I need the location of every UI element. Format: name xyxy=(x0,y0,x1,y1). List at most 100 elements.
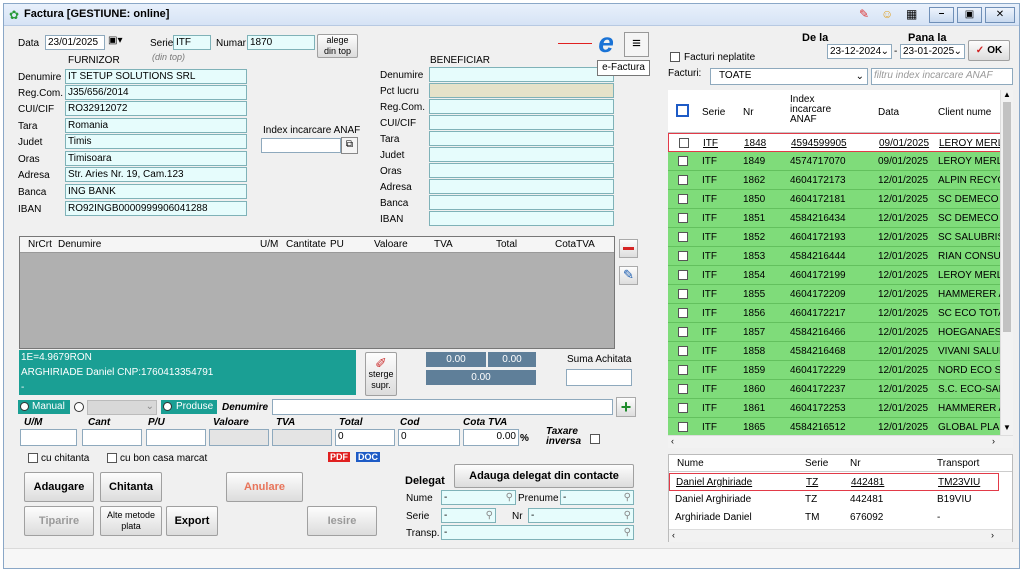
add-product-button[interactable]: + xyxy=(616,397,636,417)
table-row[interactable]: ITF 1855 4604172209 12/01/2025 HAMMERER A xyxy=(668,285,1012,304)
close-button[interactable]: ✕ xyxy=(985,7,1015,23)
list-item[interactable]: Daniel Arghiriade TZ 442481 B19VIU xyxy=(669,491,999,509)
scroll-up-icon[interactable]: ▲ xyxy=(1003,90,1011,99)
beneficiar-field[interactable] xyxy=(429,195,614,210)
edit-row-button[interactable]: ✎ xyxy=(619,266,638,285)
furnizor-field[interactable]: RO32912072 xyxy=(65,101,247,116)
items-col-header[interactable]: Total xyxy=(496,239,517,250)
row-checkbox[interactable] xyxy=(679,138,689,148)
cant-input[interactable] xyxy=(82,429,142,446)
row-checkbox[interactable] xyxy=(678,422,688,432)
vscroll-thumb[interactable] xyxy=(1003,102,1011,332)
filtru-anaf-input[interactable]: filtru index incarcare ANAF xyxy=(871,68,1013,85)
doc-button[interactable]: DOC xyxy=(356,452,380,462)
row-checkbox[interactable] xyxy=(678,346,688,356)
type-dropdown[interactable]: ⌄ xyxy=(87,400,157,415)
col-index-anaf[interactable]: Index incarcare ANAF xyxy=(790,95,850,125)
anulare-button[interactable]: Anulare xyxy=(226,472,303,502)
table-row[interactable]: ITF 1862 4604172173 12/01/2025 ALPIN RECYCL xyxy=(668,171,1012,190)
delegat-nume-input[interactable]: - ⚲ xyxy=(441,490,516,505)
table-row[interactable]: ITF 1859 4604172229 12/01/2025 NORD ECO SC xyxy=(668,361,1012,380)
beneficiar-field[interactable] xyxy=(429,163,614,178)
col-transport[interactable]: Transport xyxy=(937,458,979,469)
row-checkbox[interactable] xyxy=(678,327,688,337)
um-input[interactable] xyxy=(20,429,77,446)
beneficiar-field[interactable] xyxy=(429,83,614,98)
search-icon[interactable]: ⚲ xyxy=(624,509,631,522)
beneficiar-field[interactable] xyxy=(429,211,614,226)
remove-row-button[interactable] xyxy=(619,239,638,258)
delegat-prenume-input[interactable]: - ⚲ xyxy=(560,490,634,505)
delegat-transp-input[interactable]: - ⚲ xyxy=(441,525,634,540)
cota-tva-input[interactable]: 0.00 xyxy=(463,429,519,446)
pdf-button[interactable]: PDF xyxy=(328,452,350,462)
col-client-nume[interactable]: Client nume xyxy=(938,107,991,118)
furnizor-field[interactable]: RO92INGB0000999906041288 xyxy=(65,201,247,216)
delegat-nr-input[interactable]: - ⚲ xyxy=(528,508,634,523)
col-nume[interactable]: Nume xyxy=(677,458,704,469)
eraser-icon[interactable]: ✎ xyxy=(859,7,869,21)
anaf-index-input[interactable] xyxy=(261,138,341,153)
suma-achitata-input[interactable] xyxy=(566,369,632,386)
efactura-icon[interactable]: e xyxy=(592,29,620,58)
product-denumire-input[interactable] xyxy=(272,399,613,415)
search-icon[interactable]: ⚲ xyxy=(624,526,631,539)
scroll-left-icon[interactable]: ‹ xyxy=(671,436,674,446)
items-col-header[interactable]: U/M xyxy=(260,239,278,250)
col-serie[interactable]: Serie xyxy=(702,107,725,118)
serie-field[interactable]: ITF xyxy=(173,35,211,50)
row-checkbox[interactable] xyxy=(678,270,688,280)
col-nr[interactable]: Nr xyxy=(743,107,754,118)
row-checkbox[interactable] xyxy=(678,251,688,261)
numar-field[interactable]: 1870 xyxy=(247,35,315,50)
search-icon[interactable]: ⚲ xyxy=(624,491,631,504)
items-col-header[interactable]: TVA xyxy=(434,239,453,250)
col-nr[interactable]: Nr xyxy=(850,458,861,469)
table-row[interactable]: ITF 1849 4574717070 09/01/2025 LEROY MERLI xyxy=(668,152,1012,171)
beneficiar-field[interactable] xyxy=(429,67,614,82)
search-icon[interactable]: ⚲ xyxy=(506,491,513,504)
row-checkbox[interactable] xyxy=(678,403,688,413)
smile-icon[interactable]: ☺ xyxy=(881,7,893,21)
items-col-header[interactable]: Cantitate xyxy=(286,239,326,250)
maximize-button[interactable]: ▣ xyxy=(957,7,982,23)
facturi-neplatite-checkbox[interactable] xyxy=(670,52,680,62)
minimize-button[interactable]: – xyxy=(929,7,954,23)
pu-input[interactable] xyxy=(146,429,206,446)
furnizor-field[interactable]: Timisoara xyxy=(65,151,247,166)
cod-input[interactable]: 0 xyxy=(398,429,460,446)
facturi-dropdown[interactable]: TOATE ⌄ xyxy=(710,68,868,85)
furnizor-field[interactable]: J35/656/2014 xyxy=(65,85,247,100)
list-item[interactable]: Daniel Arghiriade TZ 442481 TM23VIU xyxy=(669,473,999,491)
search-icon[interactable]: ⚲ xyxy=(486,509,493,522)
furnizor-field[interactable]: Timis xyxy=(65,134,247,149)
bon-casa-checkbox[interactable] xyxy=(107,453,117,463)
table-row[interactable]: ITF 1854 4604172199 12/01/2025 LEROY MERLI xyxy=(668,266,1012,285)
iesire-button[interactable]: Iesire xyxy=(307,506,377,536)
alte-metode-plata-button[interactable]: Alte metode plata xyxy=(100,506,162,536)
invoices-hscroll[interactable]: ‹ › xyxy=(668,435,1013,448)
row-checkbox[interactable] xyxy=(678,213,688,223)
table-row[interactable]: ITF 1856 4604172217 12/01/2025 SC ECO TOTA xyxy=(668,304,1012,323)
produse-radio[interactable]: Produse xyxy=(161,400,217,414)
ok-button[interactable]: ✓ OK xyxy=(968,40,1010,61)
row-checkbox[interactable] xyxy=(678,289,688,299)
chitanta-button[interactable]: Chitanta xyxy=(100,472,162,502)
calculator-icon[interactable]: ▦ xyxy=(906,7,917,21)
menu-icon[interactable]: ≡ xyxy=(624,32,649,57)
tiparire-button[interactable]: Tiparire xyxy=(24,506,94,536)
items-col-header[interactable]: PU xyxy=(330,239,344,250)
table-row[interactable]: ITF 1848 4594599905 09/01/2025 LEROY MERLI xyxy=(668,133,1012,152)
add-delegat-button[interactable]: Adauga delegat din contacte xyxy=(454,464,634,488)
select-all-checkbox[interactable] xyxy=(676,104,689,117)
scroll-right-icon[interactable]: › xyxy=(991,530,994,540)
second-radio[interactable] xyxy=(74,402,84,412)
row-checkbox[interactable] xyxy=(678,384,688,394)
cu-chitanta-checkbox[interactable] xyxy=(28,453,38,463)
list-item[interactable]: Arghiriade Daniel TM 676092 - xyxy=(669,509,999,527)
furnizor-field[interactable]: ING BANK xyxy=(65,184,247,199)
sterge-supr-button[interactable]: ✐ sterge supr. xyxy=(365,352,397,396)
beneficiar-field[interactable] xyxy=(429,179,614,194)
col-data[interactable]: Data xyxy=(878,107,899,118)
table-row[interactable]: ITF 1850 4604172181 12/01/2025 SC DEMECO S xyxy=(668,190,1012,209)
